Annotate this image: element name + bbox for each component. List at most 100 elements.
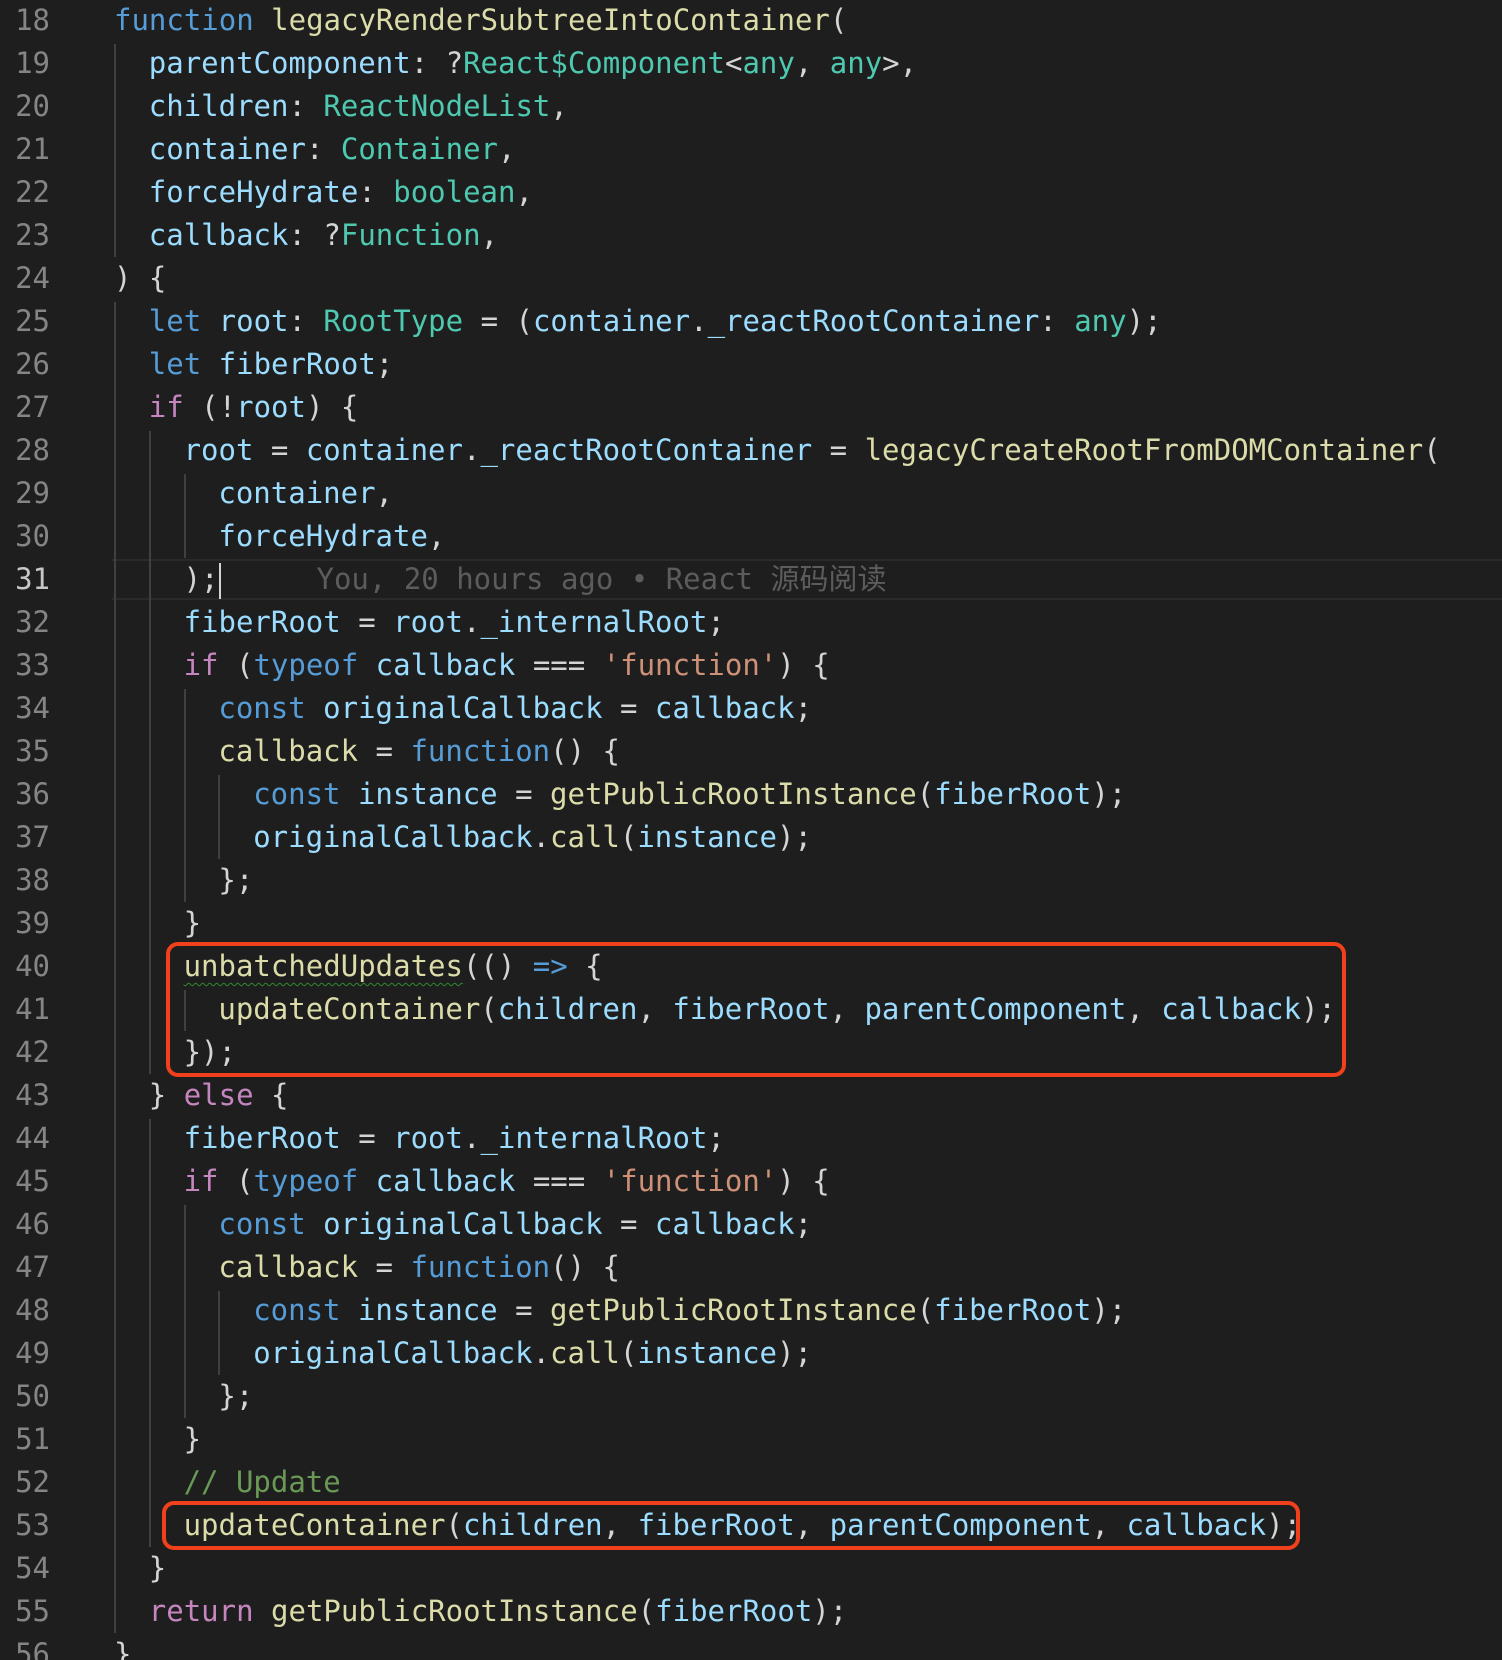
code-token: , [480,218,499,252]
code-line[interactable]: 54} [0,1547,1502,1590]
code-line[interactable]: 21 container: Container, [0,128,1502,171]
code-token: ; [375,347,394,381]
code-token: originalCallback [253,820,533,854]
code-line[interactable]: 22 forceHydrate: boolean, [0,171,1502,214]
code-line[interactable]: 36 const instance = getPublicRootInstance… [0,773,1502,816]
code-token: RootType [323,304,464,338]
code-token: callback [148,218,289,252]
code-token: ) { [114,261,167,295]
code-token: getPublicRootInstance [550,777,917,811]
code-line[interactable]: 24) { [0,257,1502,300]
code-token: fiberRoot [934,777,1092,811]
code-token: fiberRoot [655,1594,813,1628]
line-number: 49 [15,1336,50,1370]
code-text: originalCallback.call(instance); [253,816,812,859]
code-token: root [218,304,289,338]
code-token: const [253,777,341,811]
code-line[interactable]: 25 let root: RootType = (container._react… [0,300,1502,343]
code-token: ) { [305,390,359,424]
code-token: . [462,605,481,639]
code-token: call [550,820,620,854]
code-line[interactable]: 20 children: ReactNodeList, [0,85,1502,128]
code-line[interactable]: 35 callback = function() { [0,730,1502,773]
code-line[interactable]: 29 container, [0,472,1502,515]
code-line[interactable]: 34 const originalCallback = callback; [0,687,1502,730]
code-text: function legacyRenderSubtreeIntoContaine… [114,0,847,42]
code-line[interactable]: 55 return getPublicRootInstance(fiberRoot… [0,1590,1502,1633]
code-token: { [253,1078,289,1112]
code-line[interactable]: 27 if (!root) { [0,386,1502,429]
code-token: = [812,433,865,467]
code-token: , [794,46,830,80]
code-token: . [690,304,708,338]
line-number: 26 [15,347,50,381]
code-text: container: Container, [149,128,516,171]
code-token: . [532,820,551,854]
code-line[interactable]: 26 let fiberRoot; [0,343,1502,386]
line-number: 53 [15,1508,50,1542]
code-token: : [1039,304,1075,338]
code-token: }; [218,863,254,897]
code-token: ); [777,1336,812,1370]
code-line[interactable]: 56} [0,1633,1502,1660]
code-line[interactable]: 23 callback: ?Function, [0,214,1502,257]
code-line[interactable]: 28 root = container._reactRootContainer =… [0,429,1502,472]
code-line[interactable]: 40 unbatchedUpdates(() => { [0,945,1502,988]
code-line[interactable]: 18 function legacyRenderSubtreeIntoContai… [0,0,1502,42]
code-line[interactable]: 49 originalCallback.call(instance); [0,1332,1502,1375]
code-text: updateContainer(children, fiberRoot, par… [218,988,1335,1031]
code-text: if (!root) { [149,386,359,429]
code-line[interactable]: 30 forceHydrate, [0,515,1502,558]
line-number: 30 [15,519,50,553]
code-token: fiberRoot [183,1121,341,1155]
code-text: if (typeof callback === 'function') { [184,1160,830,1203]
code-token: callback [1161,992,1301,1026]
code-token: container [218,476,376,510]
code-line[interactable]: 52 // Update [0,1461,1502,1504]
code-text: unbatchedUpdates(() => { [184,945,603,988]
code-line[interactable]: 46 const originalCallback = callback; [0,1203,1502,1246]
code-token: ( [1423,433,1441,467]
line-number: 56 [15,1637,50,1660]
code-line[interactable]: 47 callback = function() { [0,1246,1502,1289]
code-line[interactable]: 41 updateContainer(children, fiberRoot, p… [0,988,1502,1031]
code-line[interactable]: 32 fiberRoot = root._internalRoot; [0,601,1502,644]
code-token: ); [1091,1293,1127,1327]
code-editor[interactable]: 18 function legacyRenderSubtreeIntoContai… [0,0,1502,1660]
code-text: const originalCallback = callback; [218,687,812,730]
code-text: return getPublicRootInstance(fiberRoot); [149,1590,847,1633]
line-number: 51 [15,1422,50,1456]
code-text: updateContainer(children, fiberRoot, par… [184,1504,1301,1547]
code-token: ( [218,648,254,682]
code-line[interactable]: 33 if (typeof callback === 'function') { [0,644,1502,687]
code-line[interactable]: 42}); [0,1031,1502,1074]
line-number: 39 [15,906,50,940]
code-line[interactable]: 43} else { [0,1074,1502,1117]
code-token: React$Component [463,46,725,80]
code-line[interactable]: 45 if (typeof callback === 'function') { [0,1160,1502,1203]
code-line[interactable]: 53 updateContainer(children, fiberRoot, p… [0,1504,1502,1547]
code-token: instance [637,1336,778,1370]
code-token: callback [218,1250,359,1284]
code-token: container [305,433,463,467]
code-token: root [236,390,306,424]
code-line[interactable]: 50}; [0,1375,1502,1418]
code-line[interactable]: 38}; [0,859,1502,902]
code-token: root [393,1121,463,1155]
code-token: ); [183,562,219,596]
code-line[interactable]: 37 originalCallback.call(instance); [0,816,1502,859]
code-line[interactable]: 31); You, 20 hours ago • React 源码阅读 [0,558,1502,601]
code-line[interactable]: 39} [0,902,1502,945]
code-line[interactable]: 19 parentComponent: ?React$Component<any,… [0,42,1502,85]
code-text: }; [218,859,253,902]
line-number: 21 [15,132,50,166]
code-token: legacyRenderSubtreeIntoContainer [271,3,830,37]
code-token: callback [654,1207,795,1241]
code-token: forceHydrate [218,519,428,553]
code-line[interactable]: 48 const instance = getPublicRootInstance… [0,1289,1502,1332]
code-line[interactable]: 51} [0,1418,1502,1461]
code-line[interactable]: 44 fiberRoot = root._internalRoot; [0,1117,1502,1160]
code-token: : [288,304,324,338]
